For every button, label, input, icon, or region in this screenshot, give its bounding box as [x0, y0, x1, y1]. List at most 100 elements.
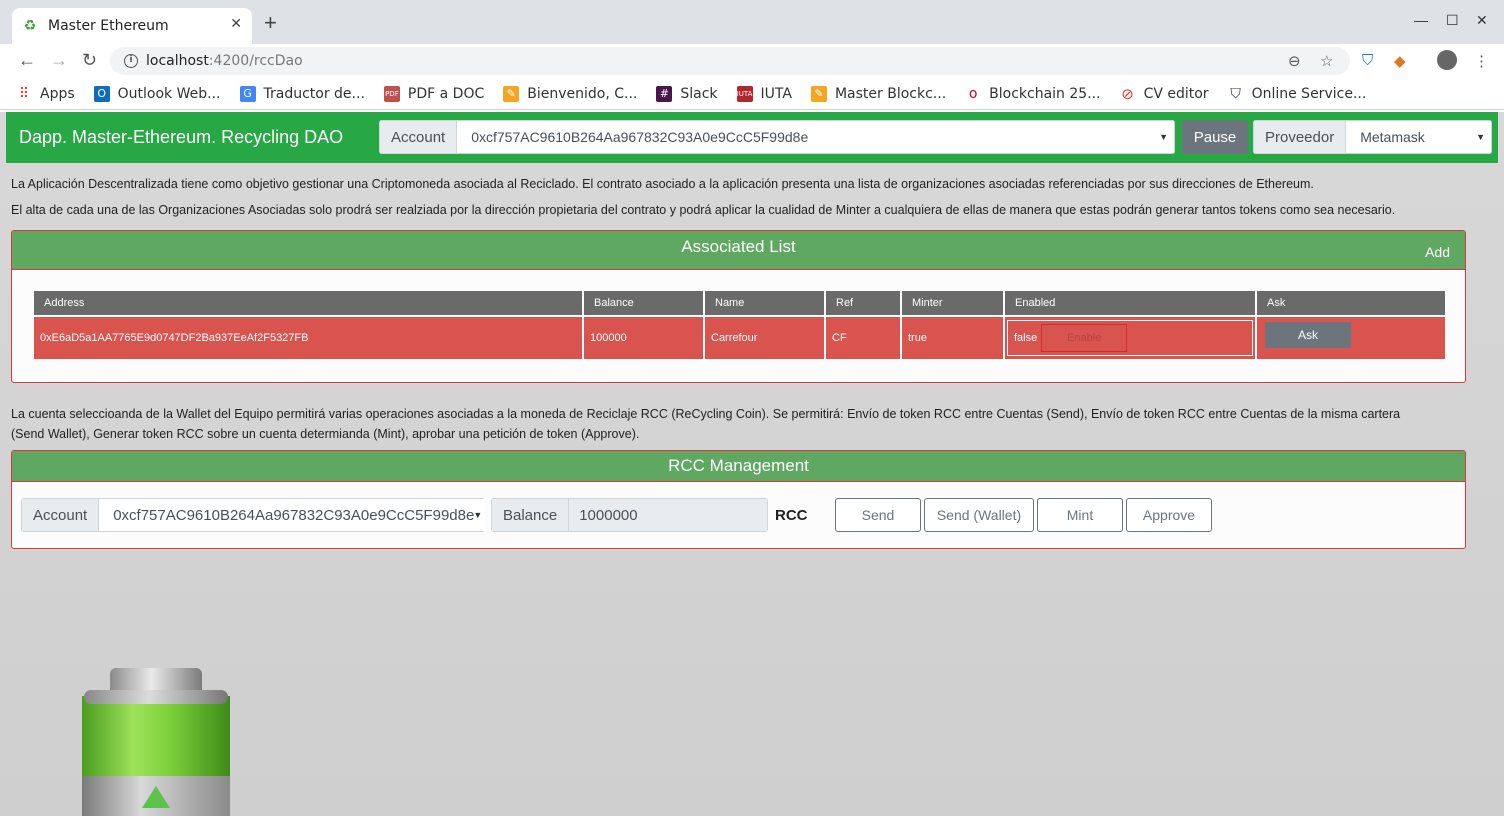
col-name: Name — [705, 291, 824, 317]
cell-minter: true — [902, 317, 1003, 359]
wallet-desc-line-2: (Send Wallet), Generar token RCC sobre u… — [11, 427, 640, 441]
cell-address: 0xE6aD5a1AA7765E9d0747DF2Ba937EeAf2F5327… — [34, 317, 582, 359]
profile-avatar[interactable] — [1437, 50, 1457, 70]
address-bar-row: ← → ↻ i localhost:4200/rccDao ⊖ ☆ — [0, 44, 1504, 78]
bookmark-master-blockchain[interactable]: ✎ Master Blockc... — [810, 85, 946, 102]
col-ref: Ref — [826, 291, 900, 317]
approve-button[interactable]: Approve — [1126, 498, 1212, 532]
col-enabled: Enabled — [1005, 291, 1255, 317]
cell-enabled: false Enable — [1005, 317, 1255, 359]
mint-button[interactable]: Mint — [1037, 498, 1123, 532]
cell-balance: 100000 — [584, 317, 703, 359]
associated-list-header: Associated List Add — [12, 231, 1465, 270]
url-bar[interactable]: i localhost:4200/rccDao ⊖ ☆ — [110, 47, 1350, 75]
chevron-down-icon: ▼ — [1476, 132, 1485, 142]
rcc-account-select[interactable]: 0xcf757AC9610B264Aa967832C93A0e9CcC5F99d… — [99, 498, 485, 532]
rcc-unit: RCC — [775, 507, 808, 524]
cell-ref: CF — [826, 317, 900, 359]
bookmark-cv-editor[interactable]: ⊘ CV editor — [1120, 86, 1208, 102]
reload-icon[interactable]: ↻ — [82, 50, 97, 70]
info-icon[interactable]: i — [124, 54, 138, 68]
rcc-balance-field: 1000000 — [569, 498, 768, 532]
forward-icon[interactable]: → — [50, 50, 68, 70]
browser-tab-strip: ♻ Master Ethereum ✕ + — ☐ ✕ — [0, 0, 1504, 44]
bookmark-outlook[interactable]: O Outlook Web... — [93, 85, 221, 102]
col-ask: Ask — [1257, 291, 1445, 317]
new-tab-icon[interactable]: + — [264, 12, 277, 34]
recycle-arrow-icon — [142, 786, 170, 808]
pdf-icon: PDF — [383, 85, 400, 102]
cell-ask: Ask — [1257, 317, 1445, 359]
url-host: localhost — [146, 53, 209, 69]
bookmark-iuta[interactable]: IUTA IUTA — [736, 85, 792, 102]
bookmark-online-service[interactable]: ⛉ Online Service... — [1228, 85, 1366, 102]
enabled-wrapper: false Enable — [1007, 320, 1253, 356]
wallet-desc-line-1: La cuenta seleccioanda de la Wallet del … — [11, 407, 1401, 421]
outlook-icon: O — [93, 85, 110, 102]
bookmark-translator[interactable]: G Traductor de... — [239, 85, 365, 102]
enabled-value: false — [1014, 332, 1038, 344]
menu-dots-icon[interactable]: ⋮ — [1474, 52, 1489, 70]
shield-extension-icon[interactable]: ⛉ — [1362, 52, 1373, 69]
maximize-icon[interactable]: ☐ — [1446, 12, 1459, 29]
provider-select[interactable]: Metamask ▼ — [1346, 120, 1492, 154]
associated-table: Address Balance Name Ref Minter Enabled … — [32, 291, 1447, 359]
ask-button[interactable]: Ask — [1265, 322, 1351, 348]
tab-title: Master Ethereum — [48, 18, 169, 34]
slack-icon: # — [656, 85, 673, 102]
col-address: Address — [34, 291, 582, 317]
translate-icon: G — [239, 85, 256, 102]
apps-grid-icon: ⠿ — [18, 85, 30, 102]
cell-name: Carrefour — [705, 317, 824, 359]
close-tab-icon[interactable]: ✕ — [230, 16, 242, 32]
recycle-icon: ♻ — [23, 18, 37, 34]
rcc-balance-label: Balance — [491, 498, 570, 532]
blockchain-icon: o — [968, 85, 978, 102]
chevron-down-icon: ▼ — [473, 510, 483, 520]
table-row: 0xE6aD5a1AA7765E9d0747DF2Ba937EeAf2F5327… — [34, 317, 1445, 359]
intro-line-1: La Aplicación Descentralizada tiene como… — [11, 177, 1314, 191]
app-brand: Dapp. Master-Ethereum. Recycling DAO — [19, 127, 344, 147]
back-icon[interactable]: ← — [18, 50, 36, 70]
chevron-down-icon: ▼ — [1159, 132, 1168, 142]
bookmark-slack[interactable]: # Slack — [656, 85, 718, 102]
url-path: :4200/rccDao — [208, 53, 303, 69]
associated-list-title: Associated List — [681, 237, 796, 256]
col-minter: Minter — [902, 291, 1003, 317]
bookmark-blockchain[interactable]: o Blockchain 25... — [965, 85, 1101, 102]
navbar-account-group: Account 0xcf757AC9610B264Aa967832C93A0e9… — [379, 120, 1175, 154]
add-link[interactable]: Add — [1425, 236, 1450, 268]
rcc-management-header: RCC Management — [12, 451, 1465, 482]
pause-button[interactable]: Pause — [1182, 120, 1248, 154]
app-navbar: Dapp. Master-Ethereum. Recycling DAO Acc… — [6, 112, 1498, 163]
provider-label: Proveedor — [1253, 120, 1347, 154]
rcc-management-title: RCC Management — [668, 456, 809, 475]
metamask-fox-icon[interactable]: ◆ — [1394, 52, 1406, 70]
battery-ring — [84, 690, 228, 704]
navbar-account-select[interactable]: 0xcf757AC9610B264Aa967832C93A0e9CcC5F99d… — [457, 120, 1175, 154]
enable-button[interactable]: Enable — [1041, 324, 1128, 352]
bookmark-bienvenido[interactable]: ✎ Bienvenido, C... — [503, 85, 637, 102]
pencil-icon: ✎ — [503, 85, 520, 102]
navbar-provider-group: Proveedor Metamask ▼ — [1253, 120, 1492, 154]
col-balance: Balance — [584, 291, 703, 317]
iuta-icon: IUTA — [736, 85, 753, 102]
bookmark-star-icon[interactable]: ☆ — [1320, 52, 1333, 70]
bookmark-pdf[interactable]: PDF PDF a DOC — [383, 85, 484, 102]
rcc-account-label: Account — [21, 498, 100, 532]
send-wallet-button[interactable]: Send (Wallet) — [924, 498, 1034, 532]
rcc-account-group: Account 0xcf757AC9610B264Aa967832C93A0e9… — [21, 498, 485, 532]
send-button[interactable]: Send — [835, 498, 921, 532]
intro-line-2: El alta de cada una de las Organizacione… — [11, 203, 1396, 217]
bookmark-apps[interactable]: ⠿ Apps — [16, 86, 75, 102]
bookmarks-bar: ⠿ Apps O Outlook Web... G Traductor de... P… — [0, 78, 1504, 110]
close-window-icon[interactable]: ✕ — [1476, 12, 1488, 29]
battery-illustration — [80, 668, 232, 816]
shield-icon: ⛉ — [1230, 85, 1241, 102]
zoom-icon[interactable]: ⊖ — [1288, 52, 1301, 70]
pencil-icon: ✎ — [810, 85, 827, 102]
browser-tab[interactable]: ♻ Master Ethereum ✕ — [12, 8, 252, 44]
rcc-balance-group: Balance 1000000 — [491, 498, 768, 532]
minimize-icon[interactable]: — — [1414, 12, 1428, 28]
rcc-management-card: RCC Management Account 0xcf757AC9610B264… — [11, 450, 1466, 549]
